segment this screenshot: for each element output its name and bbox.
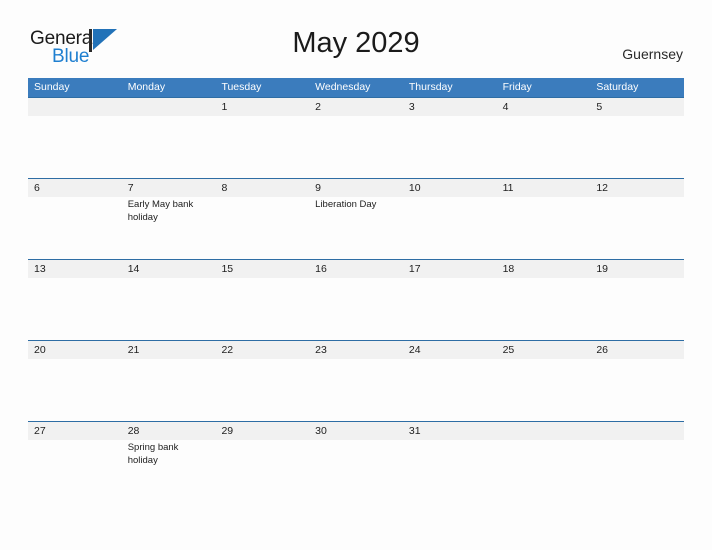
day-event: Liberation Day [315, 199, 377, 210]
calendar-day-cell[interactable]: 31 [403, 422, 497, 502]
day-number: 31 [408, 425, 421, 437]
day-number: 21 [127, 344, 140, 356]
weekday-header-saturday: Saturday [596, 81, 639, 93]
day-number: 15 [221, 263, 234, 275]
calendar-day-cell[interactable]: 19 [590, 260, 684, 340]
day-number: 23 [315, 344, 327, 356]
day-number: 22 [221, 344, 234, 356]
weekday-header-row: Sunday Monday Tuesday Wednesday Thursday… [28, 78, 684, 97]
calendar-day-cell[interactable]: 22 [215, 341, 309, 421]
day-number: 11 [502, 182, 514, 194]
calendar-day-cell[interactable]: 9 Liberation Day [309, 179, 403, 259]
calendar-day-cell[interactable]: 23 [309, 341, 403, 421]
day-number: 12 [596, 182, 608, 194]
calendar-day-cell[interactable]: 14 [122, 260, 216, 340]
calendar-day-cell[interactable]: 27 [28, 422, 122, 502]
day-number: 27 [34, 425, 46, 437]
day-number: 30 [315, 425, 327, 437]
day-number: 20 [34, 344, 46, 356]
day-number: 2 [315, 101, 321, 113]
calendar-day-cell[interactable]: 10 [403, 179, 497, 259]
calendar-day-cell[interactable]: 20 [28, 341, 122, 421]
calendar-day-cell[interactable]: 28 Spring bank holiday [122, 422, 216, 502]
day-number: 1 [221, 101, 228, 113]
day-number: 3 [408, 101, 415, 113]
calendar-day-cell[interactable]: 15 [215, 260, 309, 340]
day-event: Spring bank holiday [127, 442, 179, 466]
weekday-header-sunday: Sunday [34, 81, 70, 93]
calendar-week-row: 27 28 Spring bank holiday 29 30 31 [28, 421, 684, 502]
calendar-page: General Blue May 2029 Guernsey Sunday Mo… [0, 0, 712, 550]
day-number: 9 [315, 182, 321, 194]
calendar-day-cell[interactable]: 12 [590, 179, 684, 259]
day-number: 7 [127, 182, 134, 194]
day-number: 5 [596, 101, 603, 113]
day-number: 14 [127, 263, 140, 275]
calendar-day-cell[interactable]: 4 [497, 98, 591, 178]
calendar-day-cell[interactable]: 13 [28, 260, 122, 340]
calendar-day-cell[interactable] [497, 422, 591, 502]
calendar-week-row: 6 7 Early May bank holiday 8 9 Liberation … [28, 178, 684, 259]
calendar-day-cell[interactable]: 1 [215, 98, 309, 178]
day-number: 17 [408, 263, 421, 275]
day-event: Early May bank holiday [127, 199, 194, 223]
day-number: 18 [502, 263, 515, 275]
calendar-day-cell[interactable]: 3 [403, 98, 497, 178]
day-number: 6 [34, 182, 40, 194]
day-number: 19 [596, 263, 608, 275]
day-number: 28 [127, 425, 140, 437]
page-header: General Blue May 2029 Guernsey [0, 0, 712, 76]
calendar-day-cell[interactable]: 7 Early May bank holiday [122, 179, 216, 259]
day-number: 25 [502, 344, 515, 356]
calendar-day-cell[interactable]: 5 [590, 98, 684, 178]
calendar-day-cell[interactable]: 17 [403, 260, 497, 340]
weekday-header-monday: Monday [127, 81, 166, 93]
day-number: 24 [408, 344, 421, 356]
calendar-day-cell[interactable]: 16 [309, 260, 403, 340]
calendar-day-cell[interactable]: 29 [215, 422, 309, 502]
calendar-day-cell[interactable]: 25 [497, 341, 591, 421]
calendar-week-row: 13 14 15 16 17 18 19 [28, 259, 684, 340]
day-number: 16 [315, 263, 327, 275]
day-number: 29 [221, 425, 234, 437]
day-number: 8 [221, 182, 228, 194]
region-label: Guernsey [622, 46, 683, 62]
calendar-day-cell[interactable]: 2 [309, 98, 403, 178]
calendar-day-cell[interactable] [122, 98, 216, 178]
calendar-day-cell[interactable]: 6 [28, 179, 122, 259]
calendar-week-row: 1 2 3 4 5 [28, 97, 684, 178]
calendar-day-cell[interactable]: 8 [215, 179, 309, 259]
calendar-day-cell[interactable]: 18 [497, 260, 591, 340]
calendar-day-cell[interactable] [28, 98, 122, 178]
calendar-day-cell[interactable]: 30 [309, 422, 403, 502]
calendar-day-cell[interactable]: 21 [122, 341, 216, 421]
calendar-day-cell[interactable]: 11 [497, 179, 591, 259]
calendar-day-cell[interactable] [590, 422, 684, 502]
calendar-grid: Sunday Monday Tuesday Wednesday Thursday… [28, 78, 684, 502]
weekday-header-tuesday: Tuesday [221, 81, 262, 93]
day-number: 4 [502, 101, 509, 113]
day-number: 26 [596, 344, 608, 356]
weekday-header-thursday: Thursday [408, 81, 453, 93]
calendar-week-row: 20 21 22 23 24 25 26 [28, 340, 684, 421]
page-title: May 2029 [292, 27, 420, 59]
day-number: 10 [408, 182, 421, 194]
day-number: 13 [34, 263, 46, 275]
weekday-header-wednesday: Wednesday [315, 81, 371, 93]
weekday-header-friday: Friday [502, 81, 532, 93]
calendar-day-cell[interactable]: 24 [403, 341, 497, 421]
calendar-day-cell[interactable]: 26 [590, 341, 684, 421]
